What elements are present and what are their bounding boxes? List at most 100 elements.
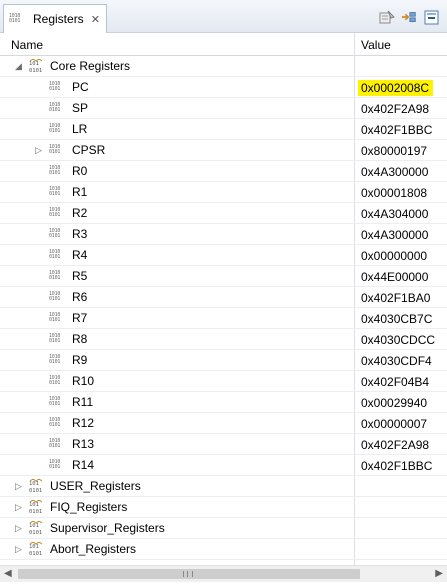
expanded-triangle-icon[interactable]: ◢ bbox=[14, 61, 23, 72]
register-value[interactable]: 0x4A300000 bbox=[361, 228, 428, 242]
register-row[interactable]: 1010 0101 R11 0x00029940 bbox=[0, 392, 447, 413]
register-name: PC bbox=[72, 80, 89, 94]
registers-tab[interactable]: 1010 0101 Registers ✕ bbox=[3, 4, 107, 33]
register-icon: 1010 0101 bbox=[49, 396, 61, 407]
register-name: R14 bbox=[72, 458, 95, 472]
register-icon: 1010 0101 bbox=[49, 270, 61, 281]
register-group-icon: 101 0101 bbox=[29, 520, 45, 536]
register-value[interactable]: 0x4A300000 bbox=[361, 165, 428, 179]
collapse-all-icon[interactable] bbox=[423, 10, 439, 25]
register-tree: ◢ 101 0101 Core Registers 1010 0101 PC 0x00… bbox=[0, 56, 447, 560]
register-icon: 1010 0101 bbox=[49, 354, 61, 365]
register-row[interactable]: 1010 0101 SP 0x402F2A98 bbox=[0, 98, 447, 119]
register-icon: 1010 0101 bbox=[49, 438, 61, 449]
register-name: SP bbox=[72, 101, 89, 115]
register-row[interactable]: 1010 0101 R1 0x00001808 bbox=[0, 182, 447, 203]
register-row[interactable]: 1010 0101 R5 0x44E00000 bbox=[0, 266, 447, 287]
scroll-left-icon[interactable]: ◀ bbox=[4, 568, 12, 579]
register-value[interactable]: 0x402F1BBC bbox=[361, 459, 432, 473]
register-name: R9 bbox=[72, 353, 88, 367]
register-value[interactable]: 0x0002008C bbox=[358, 80, 434, 96]
register-group-row[interactable]: ▷ 101 0101 Abort_Registers bbox=[0, 539, 447, 560]
collapsed-triangle-icon[interactable]: ▷ bbox=[14, 481, 23, 492]
register-value[interactable]: 0x402F2A98 bbox=[361, 102, 429, 116]
column-header: Name Value bbox=[0, 33, 447, 56]
register-row[interactable]: 1010 0101 LR 0x402F1BBC bbox=[0, 119, 447, 140]
register-value[interactable]: 0x402F1BBC bbox=[361, 123, 432, 137]
register-row[interactable]: 1010 0101 R3 0x4A300000 bbox=[0, 224, 447, 245]
register-icon: 1010 0101 bbox=[49, 186, 61, 197]
register-value[interactable]: 0x00029940 bbox=[361, 396, 427, 410]
view-tab-bar: 1010 0101 Registers ✕ bbox=[0, 0, 447, 33]
register-name: LR bbox=[72, 122, 88, 136]
register-icon: 1010 0101 bbox=[49, 228, 61, 239]
register-icon: 1010 0101 bbox=[49, 459, 61, 470]
register-row[interactable]: 1010 0101 R8 0x4030CDCC bbox=[0, 329, 447, 350]
register-row[interactable]: 1010 0101 R10 0x402F04B4 bbox=[0, 371, 447, 392]
register-name: R2 bbox=[72, 206, 88, 220]
collapsed-triangle-icon[interactable]: ▷ bbox=[14, 544, 23, 555]
register-icon: 1010 0101 bbox=[49, 375, 61, 386]
svg-text:101: 101 bbox=[29, 61, 39, 67]
register-icon: 1010 0101 bbox=[9, 13, 21, 24]
register-row[interactable]: 1010 0101 R12 0x00000007 bbox=[0, 413, 447, 434]
view-toolbar bbox=[379, 10, 439, 25]
register-value[interactable]: 0x4A304000 bbox=[361, 207, 428, 221]
register-icon: 1010 0101 bbox=[49, 144, 61, 155]
register-value[interactable]: 0x402F1BA0 bbox=[361, 291, 430, 305]
register-value[interactable]: 0x44E00000 bbox=[361, 270, 428, 284]
horizontal-scrollbar[interactable]: ◀ ▶ bbox=[0, 565, 447, 582]
register-row[interactable]: 1010 0101 R2 0x4A304000 bbox=[0, 203, 447, 224]
register-group-row[interactable]: ▷ 101 0101 Supervisor_Registers bbox=[0, 518, 447, 539]
core-registers-row[interactable]: ◢ 101 0101 Core Registers bbox=[0, 56, 447, 77]
register-value[interactable]: 0x4030CDCC bbox=[361, 333, 435, 347]
collapsed-triangle-icon[interactable]: ▷ bbox=[14, 502, 23, 513]
register-group-icon: 101 0101 bbox=[29, 499, 45, 515]
clear-icon[interactable] bbox=[379, 10, 395, 25]
svg-text:0101: 0101 bbox=[29, 488, 42, 493]
collapsed-triangle-icon[interactable]: ▷ bbox=[34, 145, 43, 156]
register-row[interactable]: 1010 0101 R9 0x4030CDF4 bbox=[0, 350, 447, 371]
register-icon: 1010 0101 bbox=[49, 81, 61, 92]
register-value[interactable]: 0x00001808 bbox=[361, 186, 427, 200]
register-value[interactable]: 0x402F2A98 bbox=[361, 438, 429, 452]
register-value[interactable]: 0x00000000 bbox=[361, 249, 427, 263]
group-label: Abort_Registers bbox=[50, 542, 137, 556]
register-row[interactable]: ▷ 1010 0101 CPSR 0x80000197 bbox=[0, 140, 447, 161]
register-name: CPSR bbox=[72, 143, 106, 157]
register-row[interactable]: 1010 0101 R0 0x4A300000 bbox=[0, 161, 447, 182]
register-icon: 1010 0101 bbox=[49, 123, 61, 134]
register-row[interactable]: 1010 0101 R13 0x402F2A98 bbox=[0, 434, 447, 455]
register-name: R10 bbox=[72, 374, 95, 388]
register-value[interactable]: 0x00000007 bbox=[361, 417, 427, 431]
register-value[interactable]: 0x4030CDF4 bbox=[361, 354, 432, 368]
register-name: R8 bbox=[72, 332, 88, 346]
svg-text:0101: 0101 bbox=[29, 551, 42, 556]
register-row[interactable]: 1010 0101 R7 0x4030CB7C bbox=[0, 308, 447, 329]
add-register-group-icon[interactable] bbox=[401, 10, 417, 25]
svg-text:0101: 0101 bbox=[29, 530, 42, 535]
register-value[interactable]: 0x80000197 bbox=[361, 144, 427, 158]
register-row[interactable]: 1010 0101 R14 0x402F1BBC bbox=[0, 455, 447, 476]
close-icon[interactable]: ✕ bbox=[91, 13, 100, 26]
register-group-row[interactable]: ▷ 101 0101 USER_Registers bbox=[0, 476, 447, 497]
register-row[interactable]: 1010 0101 R4 0x00000000 bbox=[0, 245, 447, 266]
register-name: R1 bbox=[72, 185, 88, 199]
collapsed-triangle-icon[interactable]: ▷ bbox=[14, 523, 23, 534]
register-icon: 1010 0101 bbox=[49, 102, 61, 113]
register-icon: 1010 0101 bbox=[49, 165, 61, 176]
tab-title: Registers bbox=[33, 12, 84, 26]
group-label: USER_Registers bbox=[50, 479, 141, 493]
register-row[interactable]: 1010 0101 R6 0x402F1BA0 bbox=[0, 287, 447, 308]
value-column-header[interactable]: Value bbox=[361, 38, 391, 52]
register-icon: 1010 0101 bbox=[49, 417, 61, 428]
scroll-right-icon[interactable]: ▶ bbox=[435, 568, 443, 579]
register-row[interactable]: 1010 0101 PC 0x0002008C bbox=[0, 77, 447, 98]
register-value[interactable]: 0x402F04B4 bbox=[361, 375, 429, 389]
svg-text:101: 101 bbox=[29, 544, 39, 550]
register-group-row[interactable]: ▷ 101 0101 FIQ_Registers bbox=[0, 497, 447, 518]
register-icon: 1010 0101 bbox=[49, 207, 61, 218]
name-column-header[interactable]: Name bbox=[11, 38, 43, 52]
scrollbar-thumb[interactable] bbox=[18, 569, 360, 579]
register-value[interactable]: 0x4030CB7C bbox=[361, 312, 432, 326]
